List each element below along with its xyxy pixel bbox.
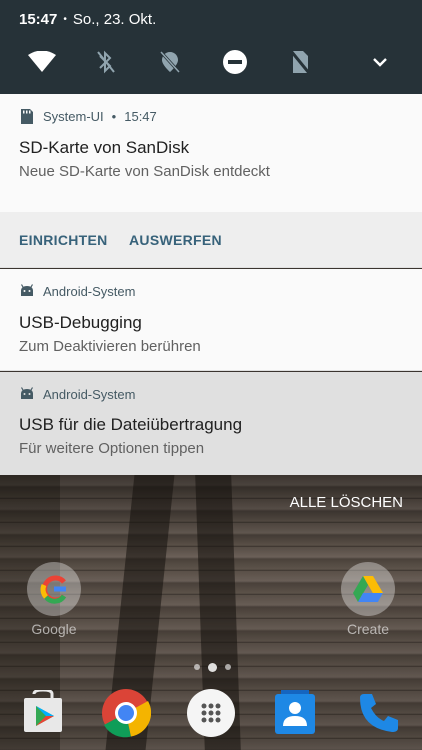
- play-store-icon[interactable]: [16, 686, 70, 740]
- notification-time: 15:47: [124, 108, 157, 124]
- app-label: Create: [346, 621, 390, 637]
- notification-actions: EINRICHTEN AUSWERFEN: [0, 212, 422, 268]
- contacts-icon[interactable]: [268, 686, 322, 740]
- notification-app-name: System-UI: [43, 108, 104, 124]
- sim-off-icon[interactable]: [284, 46, 316, 78]
- notification-usb-debugging[interactable]: Android-System USB-Debugging Zum Deaktiv…: [0, 269, 422, 371]
- location-off-icon[interactable]: [154, 46, 186, 78]
- sd-card-icon: [19, 108, 35, 124]
- phone-icon[interactable]: [352, 686, 406, 740]
- notification-app-name: Android-System: [43, 386, 136, 402]
- notification-separator: •: [111, 108, 117, 124]
- bluetooth-off-icon[interactable]: [90, 46, 122, 78]
- expand-chevron-icon[interactable]: [364, 46, 396, 78]
- drive-icon: [341, 562, 395, 616]
- notification-text: Zum Deaktivieren berühren: [19, 338, 201, 355]
- app-create[interactable]: Create: [338, 562, 398, 637]
- page-dot: [224, 664, 231, 670]
- notification-title: SD-Karte von SanDisk: [19, 138, 190, 157]
- quick-settings-tiles: [0, 46, 422, 78]
- chrome-icon[interactable]: [99, 686, 153, 740]
- do-not-disturb-icon[interactable]: [219, 46, 251, 78]
- notification-title: USB für die Dateiübertragung: [19, 415, 243, 434]
- notification-text: Neue SD-Karte von SanDisk entdeckt: [19, 163, 270, 180]
- notification-header: Android-System: [19, 386, 135, 402]
- quick-settings-panel: 15:47 • So., 23. Okt.: [0, 0, 422, 94]
- app-drawer-icon[interactable]: [184, 686, 238, 740]
- page-indicator: [189, 662, 235, 672]
- google-icon: [27, 562, 81, 616]
- app-label: Google: [31, 621, 77, 637]
- android-icon: [19, 283, 35, 299]
- date: So., 23. Okt.: [72, 11, 157, 28]
- notification-sd-card[interactable]: System-UI • 15:47 SD-Karte von SanDisk N…: [0, 94, 422, 212]
- notification-title: USB-Debugging: [19, 313, 142, 332]
- wifi-icon[interactable]: [26, 46, 58, 78]
- page-dot-active: [207, 662, 217, 672]
- setup-button[interactable]: EINRICHTEN: [19, 232, 108, 248]
- status-row: 15:47 • So., 23. Okt.: [19, 11, 156, 28]
- app-google[interactable]: Google: [24, 562, 84, 637]
- notification-text: Für weitere Optionen tippen: [19, 440, 205, 457]
- notification-header: System-UI • 15:47: [19, 108, 157, 124]
- status-separator: •: [63, 14, 67, 25]
- android-icon: [19, 386, 35, 402]
- notification-header: Android-System: [19, 283, 135, 299]
- clock: 15:47: [19, 11, 58, 28]
- notification-usb-file-transfer[interactable]: Android-System USB für die Dateiübertrag…: [0, 372, 422, 475]
- eject-button[interactable]: AUSWERFEN: [129, 232, 222, 248]
- page-dot: [193, 664, 200, 670]
- clear-all-button[interactable]: ALLE LÖSCHEN: [290, 494, 403, 511]
- notification-app-name: Android-System: [43, 283, 136, 299]
